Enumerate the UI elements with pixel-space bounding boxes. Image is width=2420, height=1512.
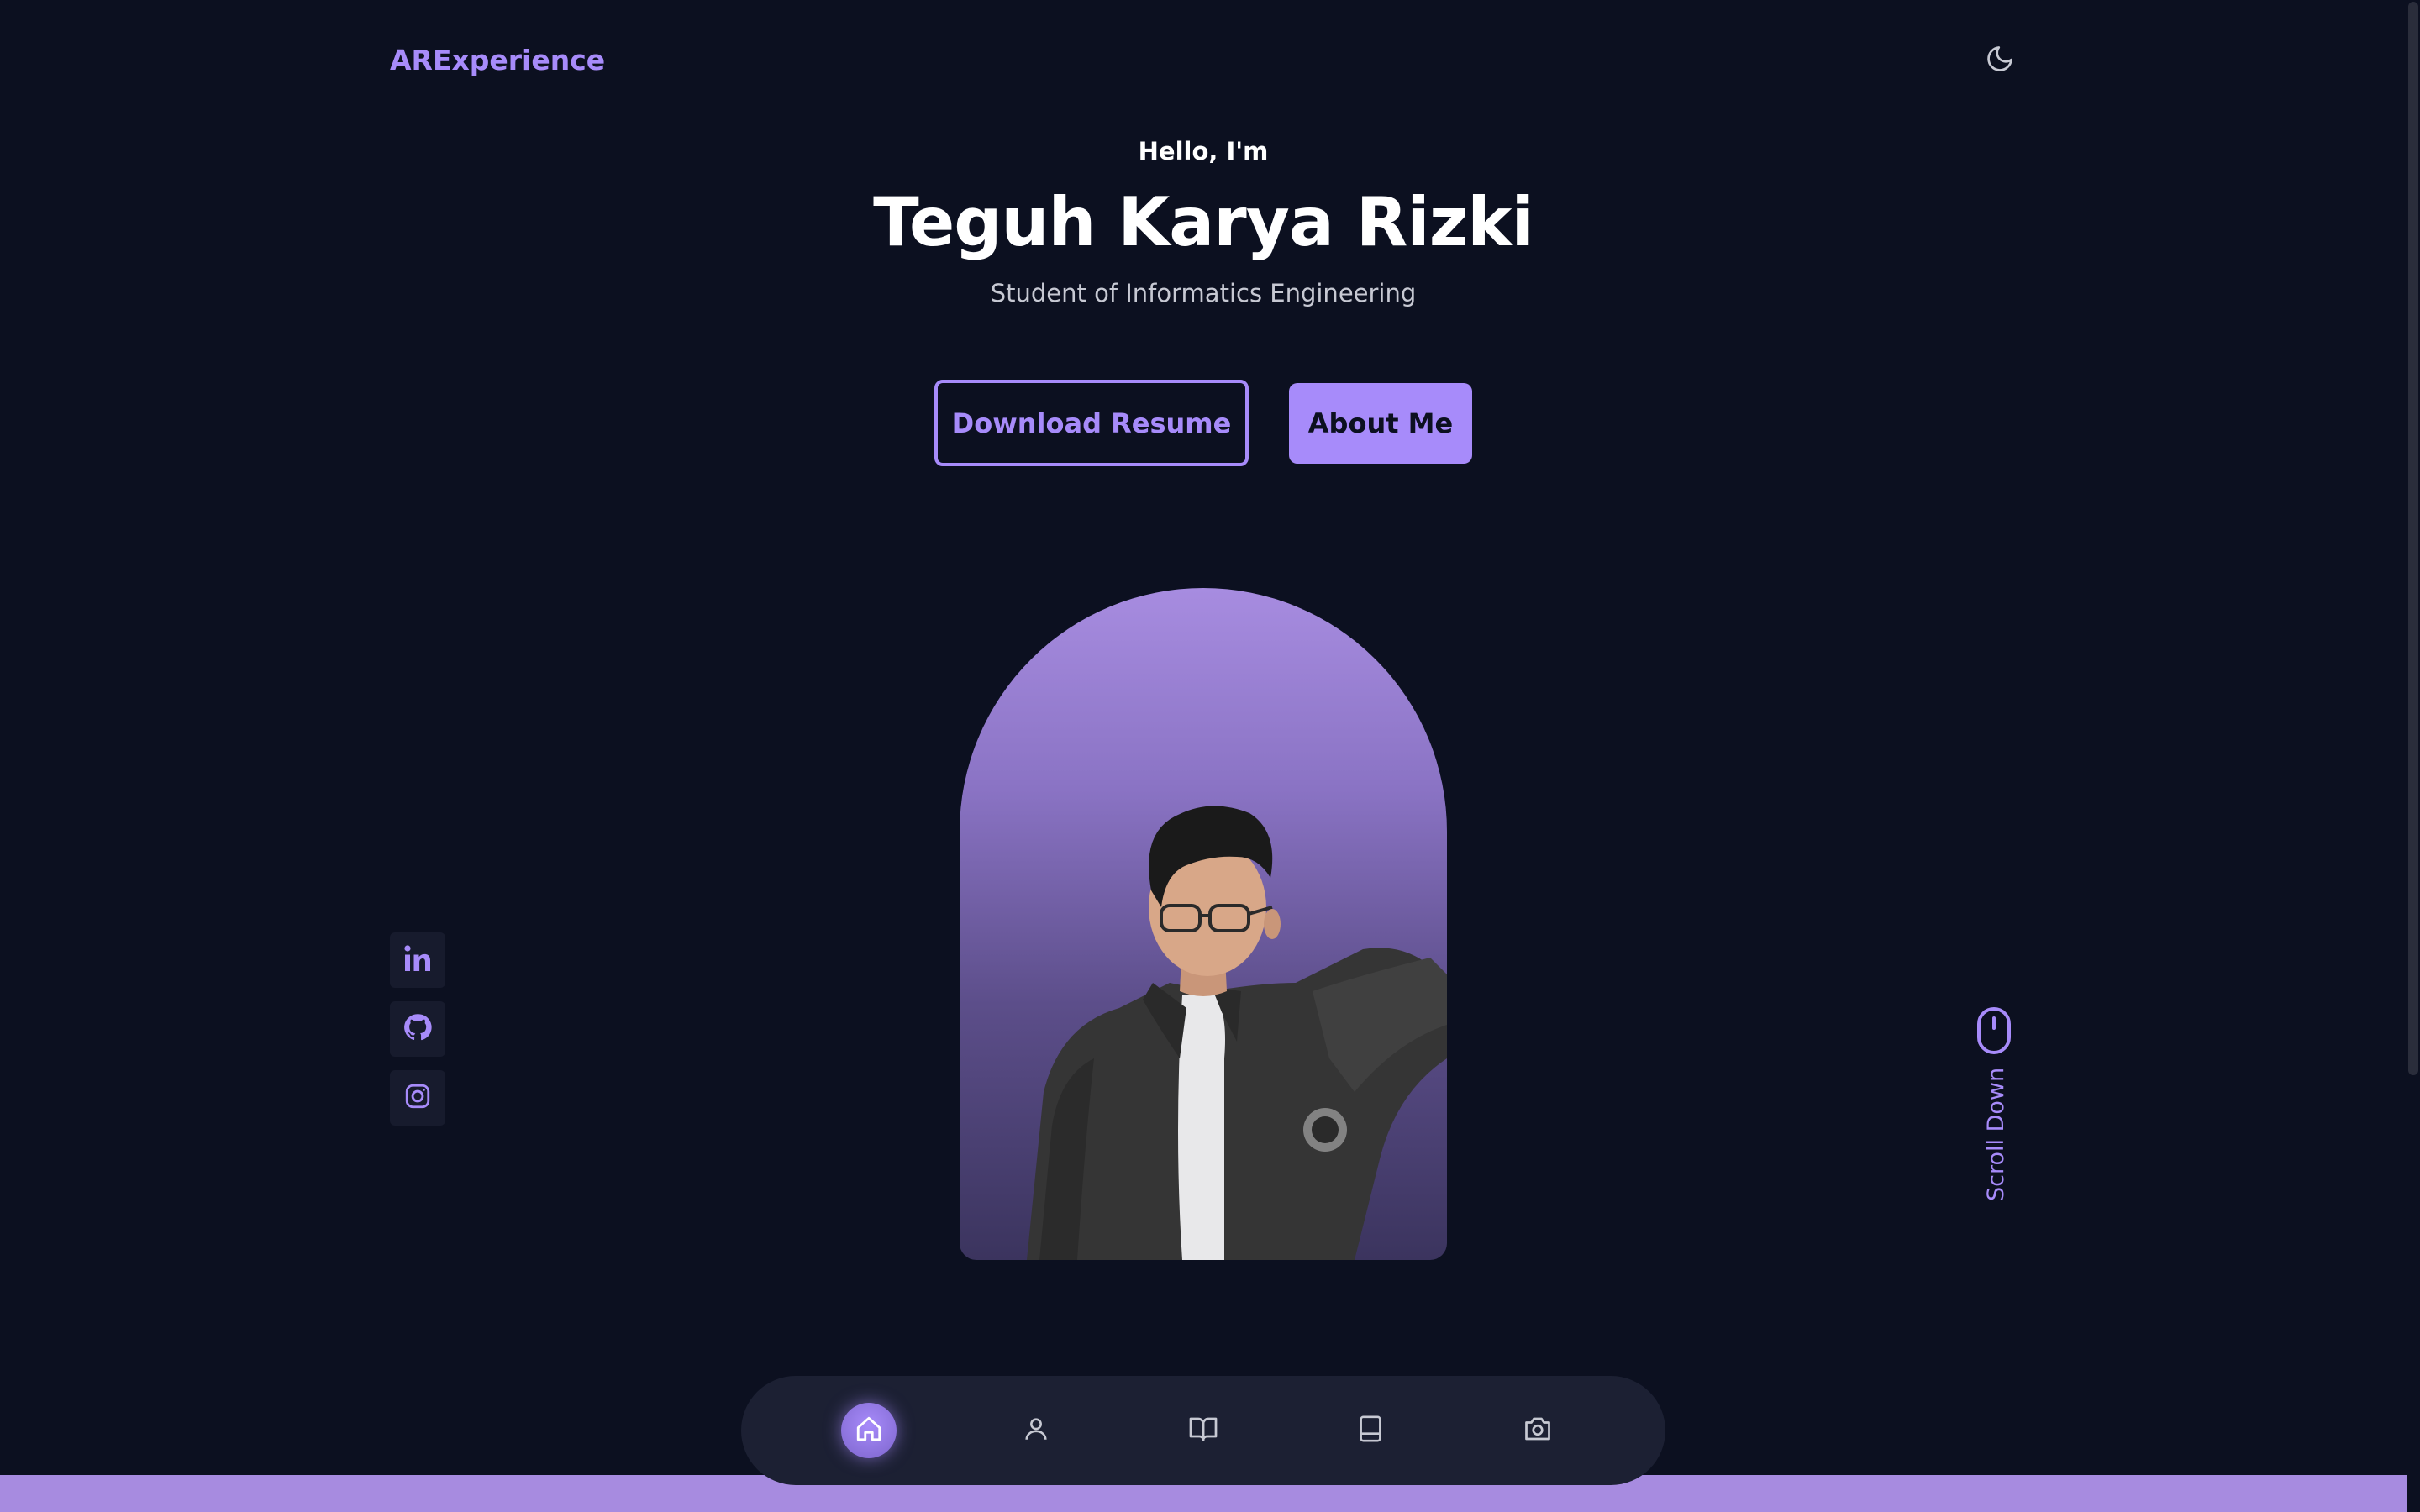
notebook-icon: [1356, 1415, 1385, 1446]
nav-about[interactable]: [1008, 1403, 1064, 1458]
site-logo[interactable]: ARExperience: [390, 44, 605, 76]
instagram-icon: [403, 1082, 432, 1114]
download-resume-button[interactable]: Download Resume: [934, 380, 1249, 466]
nav-gallery[interactable]: [1510, 1403, 1565, 1458]
scrollbar-thumb[interactable]: [2408, 2, 2418, 1075]
portfolio-page: ARExperience Hello, I'm Teguh Karya Rizk…: [0, 0, 2420, 1512]
book-open-icon: [1188, 1414, 1218, 1447]
profile-photo: [960, 588, 1447, 1260]
camera-icon: [1523, 1414, 1553, 1447]
nav-portfolio[interactable]: [1343, 1403, 1398, 1458]
github-icon: [402, 1012, 433, 1046]
user-icon: [1022, 1415, 1050, 1446]
hero-name: Teguh Karya Rizki: [873, 183, 1534, 261]
moon-icon: [1985, 44, 2015, 77]
theme-toggle-button[interactable]: [1981, 42, 2018, 79]
scroll-down-label: Scroll Down: [1983, 1067, 2009, 1201]
home-icon: [855, 1415, 883, 1446]
linkedin-link[interactable]: [390, 932, 445, 988]
instagram-link[interactable]: [390, 1070, 445, 1126]
about-me-button[interactable]: About Me: [1289, 383, 1472, 464]
nav-home[interactable]: [840, 1403, 897, 1458]
linkedin-icon: [402, 943, 433, 977]
bottom-navigation: [741, 1376, 1665, 1485]
nav-education[interactable]: [1176, 1403, 1231, 1458]
github-link[interactable]: [390, 1001, 445, 1057]
hero-subtitle: Student of Informatics Engineering: [990, 279, 1417, 307]
greeting-text: Hello, I'm: [1138, 137, 1269, 165]
mouse-icon: [1976, 1006, 2012, 1058]
